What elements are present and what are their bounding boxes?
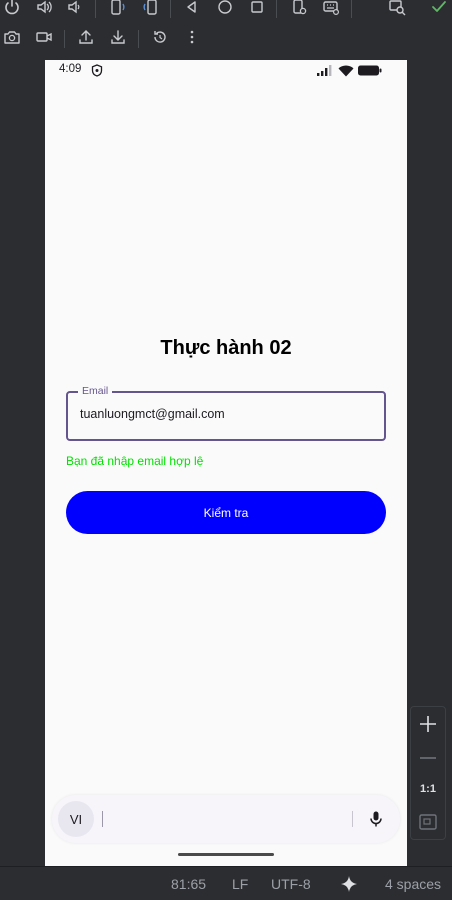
emulator-toolbar: [0, 0, 452, 60]
phone-screen: 4:09 Thực hành 02 Email Bạn đã nhập emai…: [45, 60, 407, 866]
fit-screen-icon[interactable]: [418, 813, 438, 831]
zoom-controls: 1:1: [410, 706, 446, 840]
zoom-in-icon[interactable]: [417, 713, 439, 735]
snapshot-search-icon[interactable]: [386, 0, 408, 18]
battery-icon: [358, 65, 382, 76]
download-icon[interactable]: [107, 26, 129, 48]
validation-message: Bạn đã nhập email hợp lệ: [66, 454, 204, 468]
indent-setting[interactable]: 4 spaces: [385, 876, 441, 892]
device-settings-icon[interactable]: [288, 0, 310, 18]
check-button[interactable]: Kiểm tra: [66, 491, 386, 534]
more-icon[interactable]: [181, 26, 203, 48]
toolbar-separator: [64, 30, 65, 48]
rotate-left-icon[interactable]: [106, 0, 128, 18]
email-field[interactable]: Email: [66, 385, 386, 441]
file-encoding[interactable]: UTF-8: [271, 876, 311, 892]
cursor-position[interactable]: 81:65: [171, 876, 206, 892]
toolbar-separator: [95, 0, 96, 18]
status-time: 4:09: [59, 63, 82, 75]
zoom-reset-button[interactable]: 1:1: [411, 783, 445, 795]
camera-icon[interactable]: [1, 26, 23, 48]
toolbar-separator: [351, 0, 352, 18]
volume-up-icon[interactable]: [33, 0, 55, 18]
power-icon[interactable]: [1, 0, 23, 18]
mic-icon[interactable]: [364, 807, 388, 831]
upload-icon[interactable]: [75, 26, 97, 48]
wifi-icon: [338, 65, 354, 77]
text-cursor: [102, 811, 103, 827]
volume-down-icon[interactable]: [64, 0, 86, 18]
page-title: Thực hành 02: [160, 337, 292, 359]
gesture-nav-bar[interactable]: [178, 853, 274, 856]
rotate-right-icon[interactable]: [140, 0, 162, 18]
toolbar-separator: [276, 0, 277, 18]
toolbar-separator: [170, 0, 171, 18]
video-icon[interactable]: [33, 26, 55, 48]
signal-icon: [317, 65, 332, 76]
check-icon[interactable]: [428, 0, 450, 18]
toolbar-row-1: [0, 0, 452, 22]
toolbar-row-2: [0, 26, 452, 52]
line-ending[interactable]: LF: [232, 876, 248, 892]
ide-status-bar: 81:65 LF UTF-8 4 spaces: [0, 866, 452, 900]
keyboard-input-bar[interactable]: VI: [52, 795, 400, 843]
shield-icon: [91, 64, 103, 77]
ai-sparkle-icon[interactable]: [340, 875, 358, 893]
email-input[interactable]: [80, 407, 370, 421]
language-switch-button[interactable]: VI: [58, 801, 94, 837]
email-field-label: Email: [78, 385, 113, 397]
keyboard-divider: [352, 811, 353, 827]
back-icon[interactable]: [181, 0, 203, 18]
zoom-out-icon[interactable]: [417, 747, 439, 769]
reset-icon[interactable]: [149, 26, 171, 48]
toolbar-separator: [138, 30, 139, 48]
overview-icon[interactable]: [246, 0, 268, 18]
keyboard-settings-icon[interactable]: [320, 0, 342, 18]
android-status-bar: 4:09: [45, 60, 407, 82]
home-icon[interactable]: [214, 0, 236, 18]
